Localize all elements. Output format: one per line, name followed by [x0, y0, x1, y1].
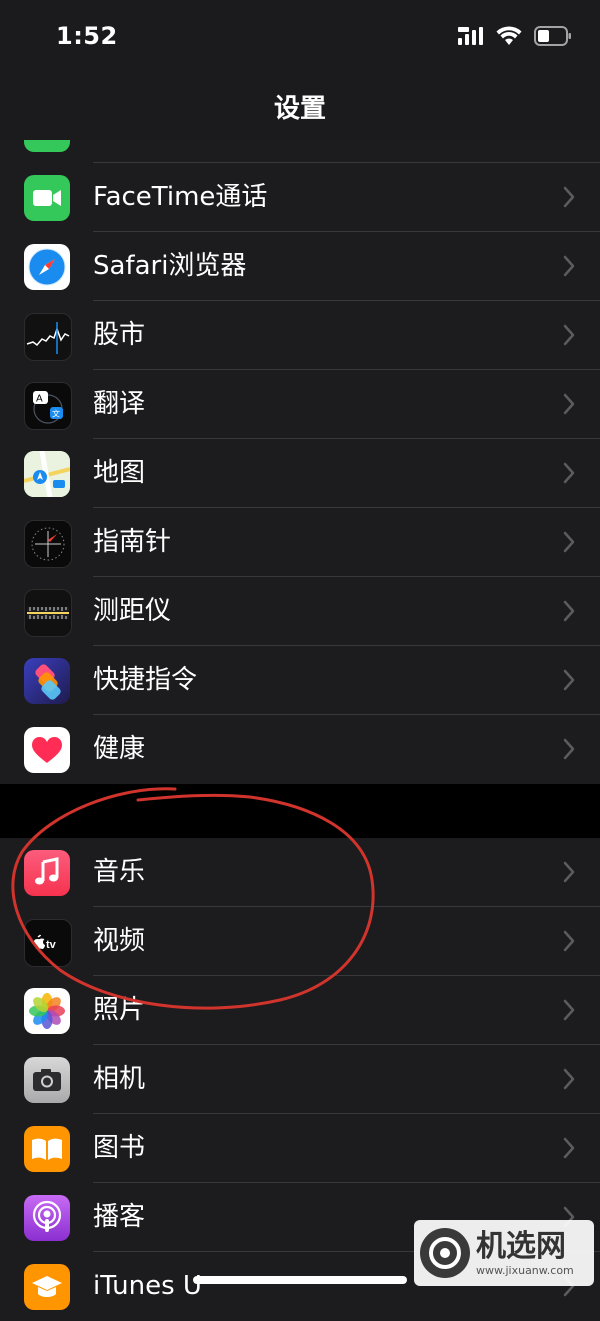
home-indicator[interactable] — [193, 1276, 407, 1284]
navigation-bar: 设置 — [0, 80, 600, 140]
chevron-right-icon — [563, 255, 575, 277]
health-icon — [24, 727, 70, 773]
wifi-icon — [496, 26, 522, 45]
settings-row-stocks[interactable]: 股市 — [0, 301, 600, 370]
chevron-right-icon — [563, 600, 575, 622]
settings-row-label: 地图 — [93, 458, 146, 488]
stocks-icon — [24, 313, 72, 361]
settings-row-label: 快捷指令 — [93, 665, 198, 695]
settings-row-label: FaceTime通话 — [93, 182, 268, 212]
settings-row-tv[interactable]: tv 视频 — [0, 907, 600, 976]
watermark-title: 机选网 — [476, 1228, 566, 1264]
compass-icon — [24, 520, 72, 568]
svg-text:文: 文 — [52, 409, 60, 419]
settings-row-shortcuts[interactable]: 快捷指令 — [0, 646, 600, 715]
chevron-right-icon — [563, 999, 575, 1021]
status-icons — [458, 26, 572, 46]
chevron-right-icon — [563, 738, 575, 760]
facetime-icon — [24, 175, 70, 221]
settings-row-label: iTunes U — [93, 1271, 202, 1301]
settings-row-label: 翻译 — [93, 389, 146, 419]
page-title: 设置 — [273, 94, 326, 124]
settings-group-apps-1: FaceTime通话 Safari浏览器 股市 A文 翻译 地图 指南针 测距仪… — [0, 140, 600, 784]
books-icon — [24, 1126, 70, 1172]
settings-row-label: 音乐 — [93, 857, 146, 887]
settings-row-books[interactable]: 图书 — [0, 1114, 600, 1183]
settings-row-translate[interactable]: A文 翻译 — [0, 370, 600, 439]
camera-icon — [24, 1057, 70, 1103]
chevron-right-icon — [563, 669, 575, 691]
watermark-logo-icon — [420, 1228, 470, 1278]
watermark: 机选网 www.jixuanw.com — [414, 1220, 594, 1286]
chevron-right-icon — [563, 462, 575, 484]
group-spacer — [0, 784, 600, 838]
settings-row-music[interactable]: 音乐 — [0, 838, 600, 907]
settings-row-facetime[interactable]: FaceTime通话 — [0, 163, 600, 232]
photos-icon — [24, 988, 70, 1034]
settings-row-label: 股市 — [93, 320, 146, 350]
settings-row-label: 播客 — [93, 1202, 146, 1232]
music-icon — [24, 850, 70, 896]
chevron-right-icon — [563, 324, 575, 346]
settings-list[interactable]: FaceTime通话 Safari浏览器 股市 A文 翻译 地图 指南针 测距仪… — [0, 140, 600, 1321]
partially-hidden-row[interactable] — [0, 140, 600, 163]
chevron-right-icon — [563, 930, 575, 952]
settings-row-maps[interactable]: 地图 — [0, 439, 600, 508]
chevron-right-icon — [563, 393, 575, 415]
settings-row-label: 图书 — [93, 1133, 146, 1163]
maps-icon — [24, 451, 70, 497]
settings-row-label: 相机 — [93, 1064, 146, 1094]
chevron-right-icon — [563, 531, 575, 553]
messages-icon — [24, 140, 70, 152]
translate-icon: A文 — [24, 382, 72, 430]
battery-icon — [534, 26, 571, 46]
settings-row-label: 视频 — [93, 926, 146, 956]
measure-icon — [24, 589, 72, 637]
svg-text:A: A — [36, 394, 43, 405]
status-time: 1:52 — [56, 22, 118, 50]
settings-row-label: 指南针 — [93, 527, 172, 557]
svg-text:tv: tv — [46, 939, 57, 951]
chevron-right-icon — [563, 1137, 575, 1159]
settings-row-camera[interactable]: 相机 — [0, 1045, 600, 1114]
settings-row-photos[interactable]: 照片 — [0, 976, 600, 1045]
settings-row-label: 测距仪 — [93, 596, 172, 626]
settings-row-compass[interactable]: 指南针 — [0, 508, 600, 577]
settings-row-measure[interactable]: 测距仪 — [0, 577, 600, 646]
watermark-url: www.jixuanw.com — [476, 1263, 574, 1277]
settings-row-label: Safari浏览器 — [93, 251, 247, 281]
podcasts-icon — [24, 1195, 70, 1241]
settings-row-label: 健康 — [93, 734, 146, 764]
settings-row-label: 照片 — [93, 995, 146, 1025]
shortcuts-icon — [24, 658, 70, 704]
settings-row-health[interactable]: 健康 — [0, 715, 600, 784]
status-bar: 1:52 — [0, 0, 600, 80]
chevron-right-icon — [563, 186, 575, 208]
chevron-right-icon — [563, 1068, 575, 1090]
settings-row-safari[interactable]: Safari浏览器 — [0, 232, 600, 301]
cellular-signal-icon — [458, 27, 483, 45]
safari-icon — [24, 244, 70, 290]
itunes-u-icon — [24, 1264, 70, 1310]
chevron-right-icon — [563, 861, 575, 883]
tv-icon: tv — [24, 919, 72, 967]
